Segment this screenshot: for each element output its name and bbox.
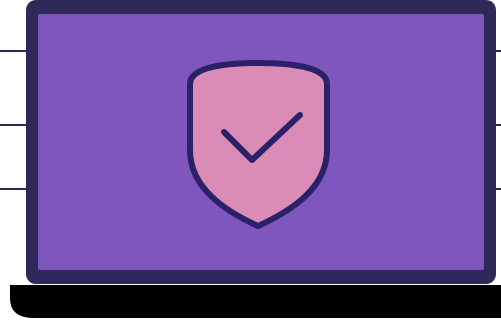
laptop-base [10, 285, 501, 318]
laptop-illustration [0, 0, 501, 318]
laptop-svg [0, 0, 501, 318]
